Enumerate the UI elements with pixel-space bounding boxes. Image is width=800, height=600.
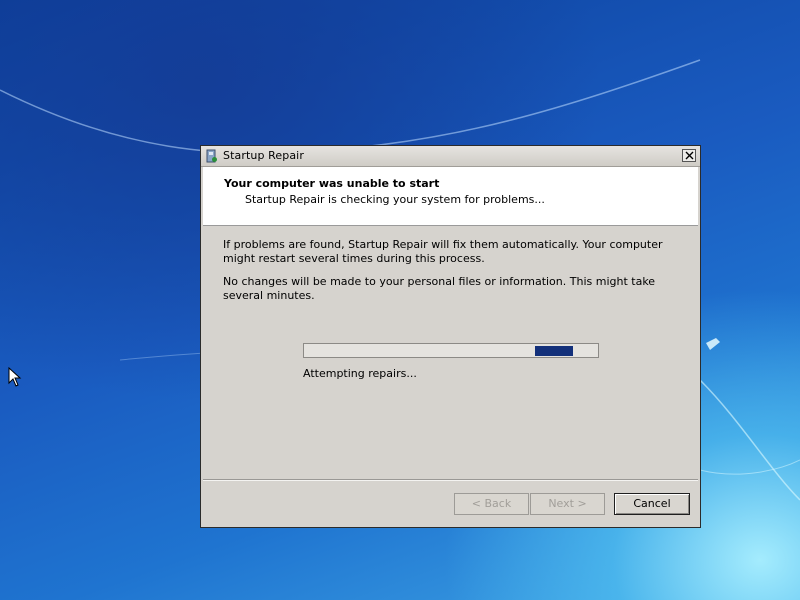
header-panel: Your computer was unable to start Startu… [203,167,698,226]
cancel-button[interactable]: Cancel [614,493,690,515]
info-paragraph-2: No changes will be made to your personal… [223,275,656,302]
footer-separator [203,479,698,481]
close-icon [685,151,694,160]
header-subtitle: Startup Repair is checking your system f… [245,193,545,206]
startup-repair-icon [206,149,217,163]
close-button[interactable] [682,149,696,162]
window-title: Startup Repair [223,149,304,162]
mouse-pointer-icon [8,367,22,387]
status-text: Attempting repairs... [303,367,417,380]
info-paragraph-1: If problems are found, Startup Repair wi… [223,238,663,265]
title-bar[interactable]: Startup Repair [201,146,700,167]
next-button[interactable]: Next > [530,493,605,515]
back-button[interactable]: < Back [454,493,529,515]
progress-bar [303,343,599,358]
progress-marquee-block [535,346,573,356]
startup-repair-dialog: Startup Repair Your computer was unable … [200,145,701,528]
header-title: Your computer was unable to start [224,177,440,190]
